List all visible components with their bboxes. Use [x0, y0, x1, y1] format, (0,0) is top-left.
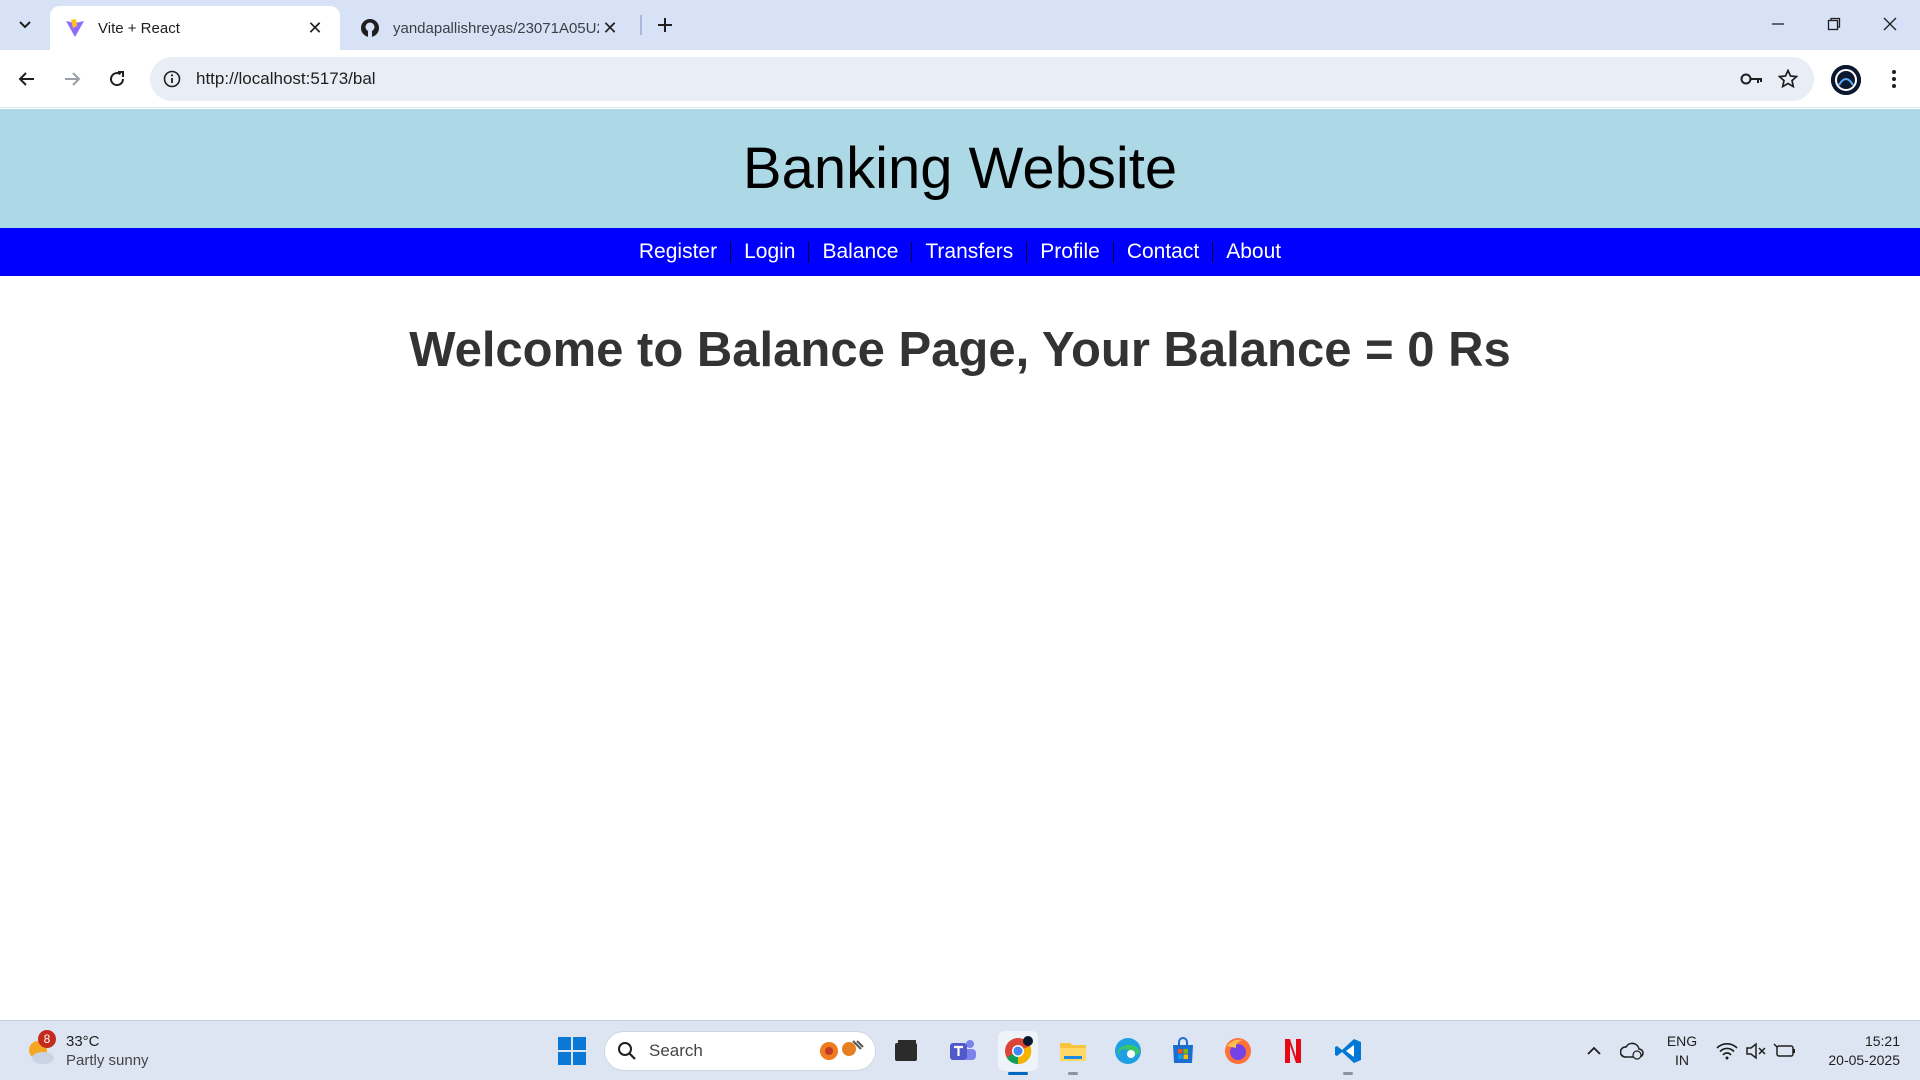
clock-date: 20-05-2025 [1828, 1052, 1900, 1068]
close-icon [1883, 17, 1897, 31]
nav-about[interactable]: About [1213, 240, 1294, 264]
system-clock[interactable]: 15:21 20-05-2025 [1810, 1032, 1900, 1070]
arrow-left-icon [18, 72, 34, 86]
language-region: IN [1675, 1052, 1689, 1068]
onedrive-sync-icon[interactable] [1620, 1039, 1644, 1063]
tab-separator [640, 15, 642, 35]
nav-profile[interactable]: Profile [1027, 240, 1113, 264]
chrome-icon [1005, 1036, 1033, 1065]
restore-button[interactable] [1806, 0, 1862, 48]
taskbar: 8 33°C Partly sunny Search ENG IN 15:21 … [0, 1020, 1920, 1080]
teams-icon [950, 1040, 976, 1060]
forward-button[interactable] [54, 61, 90, 97]
chevron-up-icon [1587, 1046, 1601, 1055]
tab-search-button[interactable] [8, 8, 42, 42]
folder-icon [1060, 1043, 1086, 1061]
weather-temperature: 33°C [66, 1033, 100, 1050]
task-view-icon [895, 1040, 917, 1061]
running-indicator-vscode [1343, 1072, 1353, 1075]
nav-register[interactable]: Register [626, 240, 730, 264]
url-text[interactable]: http://localhost:5173/bal [196, 69, 1734, 89]
clock-time: 15:21 [1864, 1033, 1900, 1049]
profile-picture-icon [1831, 65, 1861, 95]
taskbar-app-task-view[interactable] [886, 1031, 926, 1071]
more-vertical-icon [1892, 70, 1896, 88]
nav-login[interactable]: Login [731, 240, 808, 264]
tab-vite-react[interactable]: Vite + React ✕ [50, 6, 340, 50]
password-key-icon[interactable] [1734, 61, 1770, 97]
nav-contact[interactable]: Contact [1114, 240, 1212, 264]
tab-github[interactable]: yandapallishreyas/23071A05U2 ✕ [345, 6, 635, 50]
taskbar-app-vscode[interactable] [1328, 1031, 1368, 1071]
taskbar-app-teams[interactable] [943, 1031, 983, 1071]
start-button[interactable] [552, 1031, 592, 1071]
taskbar-search[interactable]: Search [604, 1031, 876, 1071]
site-header: Banking Website [0, 109, 1920, 228]
restore-icon [1827, 17, 1841, 31]
browser-toolbar: http://localhost:5173/bal [0, 50, 1920, 108]
running-indicator-file-explorer [1068, 1072, 1078, 1075]
taskbar-app-file-explorer[interactable] [1053, 1031, 1093, 1071]
taskbar-app-store[interactable] [1163, 1031, 1203, 1071]
taskbar-app-chrome[interactable] [998, 1031, 1038, 1071]
back-button[interactable] [9, 61, 45, 97]
bookmark-star-icon[interactable] [1770, 61, 1806, 97]
netflix-icon [1285, 1039, 1301, 1063]
battery-icon[interactable] [1773, 1039, 1797, 1063]
edge-icon [1115, 1038, 1141, 1064]
volume-muted-icon[interactable] [1744, 1039, 1768, 1063]
tab-close-icon[interactable]: ✕ [599, 17, 621, 39]
taskbar-app-edge[interactable] [1108, 1031, 1148, 1071]
weather-condition: Partly sunny [66, 1052, 149, 1069]
browser-menu-button[interactable] [1876, 61, 1912, 97]
tab-title: Vite + React [98, 19, 180, 37]
site-info-icon[interactable] [160, 67, 184, 91]
close-window-button[interactable] [1862, 0, 1918, 48]
web-page: Banking Website Register Login Balance T… [0, 109, 1920, 1020]
nav-balance[interactable]: Balance [809, 240, 911, 264]
chevron-down-icon [19, 21, 31, 29]
taskbar-search-label: Search [649, 1041, 703, 1060]
weather-alert-badge: 8 [38, 1030, 56, 1048]
minimize-icon [1772, 23, 1784, 25]
new-tab-button[interactable] [650, 10, 680, 40]
nav-transfers[interactable]: Transfers [912, 240, 1026, 264]
taskbar-app-firefox[interactable] [1218, 1031, 1258, 1071]
show-hidden-icons-button[interactable] [1582, 1039, 1606, 1063]
reload-icon [110, 71, 125, 87]
reload-button[interactable] [99, 61, 135, 97]
address-bar[interactable]: http://localhost:5173/bal [150, 57, 1814, 101]
github-icon [359, 17, 381, 39]
search-icon [618, 1042, 636, 1060]
running-indicator-chrome [1008, 1072, 1028, 1075]
language-code: ENG [1666, 1033, 1698, 1049]
search-highlight-flower-icon [820, 1040, 864, 1060]
browser-tab-strip: Vite + React ✕ yandapallishreyas/23071A0… [0, 0, 1920, 50]
input-language-indicator[interactable]: ENG IN [1662, 1032, 1702, 1070]
firefox-icon [1225, 1038, 1251, 1064]
site-nav: Register Login Balance Transfers Profile… [0, 228, 1920, 276]
tab-title: yandapallishreyas/23071A05U2 [393, 19, 599, 37]
arrow-right-icon [65, 72, 81, 86]
profile-avatar[interactable] [1831, 65, 1861, 95]
tab-close-icon[interactable]: ✕ [304, 17, 326, 39]
store-icon [1173, 1037, 1193, 1063]
site-title: Banking Website [742, 136, 1178, 201]
windows-logo-icon [558, 1037, 586, 1065]
plus-icon [658, 18, 672, 32]
minimize-button[interactable] [1750, 0, 1806, 48]
vite-icon [64, 17, 86, 39]
balance-heading: Welcome to Balance Page, Your Balance = … [409, 323, 1511, 377]
partly-sunny-icon: 8 [24, 1030, 58, 1068]
taskbar-app-netflix[interactable] [1273, 1031, 1313, 1071]
wifi-icon[interactable] [1715, 1039, 1739, 1063]
weather-widget[interactable]: 8 33°C Partly sunny [24, 1029, 149, 1073]
vscode-icon [1335, 1039, 1361, 1063]
